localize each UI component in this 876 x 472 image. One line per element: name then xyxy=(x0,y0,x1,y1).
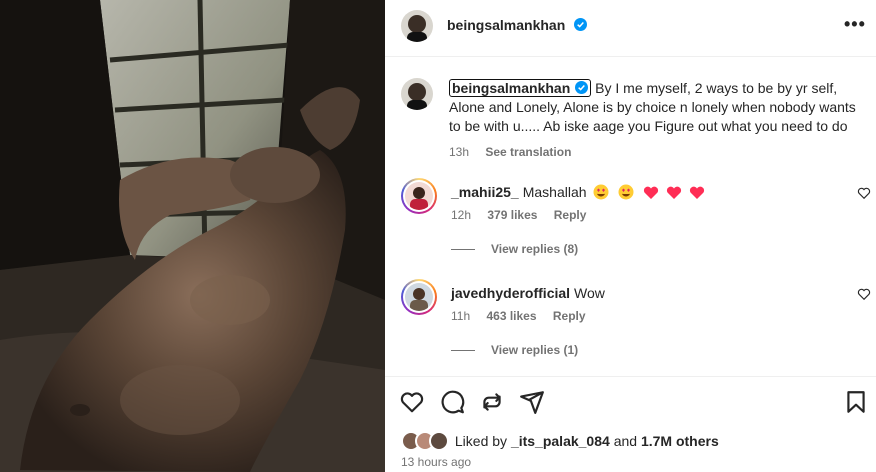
verified-badge-icon xyxy=(574,18,588,31)
view-replies-label[interactable]: View replies (1) xyxy=(491,343,578,357)
like-comment-heart-icon[interactable] xyxy=(857,186,871,200)
heart-eyes-emoji-icon xyxy=(618,184,634,200)
likes-summary: Liked by _its_palak_084 and 1.7M others xyxy=(401,431,719,451)
view-replies-label[interactable]: View replies (8) xyxy=(491,242,578,256)
post-username[interactable]: beingsalmankhan xyxy=(447,17,588,33)
reply-button[interactable]: Reply xyxy=(554,208,587,222)
comment-bubble-icon[interactable] xyxy=(439,389,465,415)
like-comment-heart-icon[interactable] xyxy=(857,287,871,301)
like-heart-icon[interactable] xyxy=(399,389,425,415)
comment-avatar[interactable] xyxy=(401,178,437,214)
post-image[interactable] xyxy=(0,0,385,472)
replies-divider xyxy=(451,249,475,251)
post-actions: Liked by _its_palak_084 and 1.7M others … xyxy=(385,376,876,472)
comment-text: Mashallah xyxy=(522,184,587,200)
heart-emoji-icon xyxy=(644,186,659,199)
post-photo xyxy=(0,0,385,472)
post-username-text[interactable]: beingsalmankhan xyxy=(447,17,565,33)
comment-time[interactable]: 11h xyxy=(451,309,470,323)
liked-by-user[interactable]: _its_palak_084 xyxy=(511,433,610,449)
comment-likes[interactable]: 379 likes xyxy=(487,208,537,222)
post-time-ago[interactable]: 13 hours ago xyxy=(401,455,471,469)
reply-button[interactable]: Reply xyxy=(553,309,586,323)
comment-time[interactable]: 12h xyxy=(451,208,471,222)
heart-emoji-icon xyxy=(667,186,682,199)
save-bookmark-icon[interactable] xyxy=(843,389,869,415)
caption-username[interactable]: beingsalmankhan xyxy=(449,79,592,97)
see-translation-link[interactable]: See translation xyxy=(485,145,571,159)
comment-avatar[interactable] xyxy=(401,279,437,315)
caption-avatar[interactable] xyxy=(401,78,433,110)
liker-avatars[interactable] xyxy=(401,431,451,451)
user-avatar[interactable] xyxy=(401,10,433,42)
verified-badge-icon xyxy=(575,81,589,94)
view-replies-button[interactable]: View replies (1) xyxy=(451,343,578,357)
comment-body: _mahii25_ Mashallah xyxy=(451,184,705,200)
liked-by-prefix: Liked by xyxy=(454,433,508,449)
comment-body: javedhyderofficial Wow xyxy=(451,285,605,301)
replies-divider xyxy=(451,350,475,352)
heart-emoji-icon xyxy=(689,186,705,199)
comment-username[interactable]: _mahii25_ xyxy=(451,184,519,200)
likes-count[interactable]: 1.7M others xyxy=(641,433,719,449)
caption-username-text[interactable]: beingsalmankhan xyxy=(452,80,570,96)
heart-eyes-emoji-icon xyxy=(593,184,609,200)
comment-username[interactable]: javedhyderofficial xyxy=(451,285,570,301)
more-horizontal-icon[interactable]: ••• xyxy=(844,15,865,37)
caption-time[interactable]: 13h xyxy=(449,145,469,159)
post-header: beingsalmankhan ••• xyxy=(385,0,876,57)
share-send-icon[interactable] xyxy=(519,389,545,415)
view-replies-button[interactable]: View replies (8) xyxy=(451,242,578,256)
comment-meta: 12h 379 likes Reply xyxy=(451,208,599,222)
post-panel: beingsalmankhan ••• beingsalmankhan By I… xyxy=(385,0,876,472)
comment-meta: 11h 463 likes Reply xyxy=(451,309,599,323)
comment-likes[interactable]: 463 likes xyxy=(486,309,536,323)
caption-meta: 13h See translation xyxy=(449,143,871,162)
repost-icon[interactable] xyxy=(479,389,505,415)
liked-by-and: and xyxy=(613,433,638,449)
comment-text: Wow xyxy=(574,285,605,301)
